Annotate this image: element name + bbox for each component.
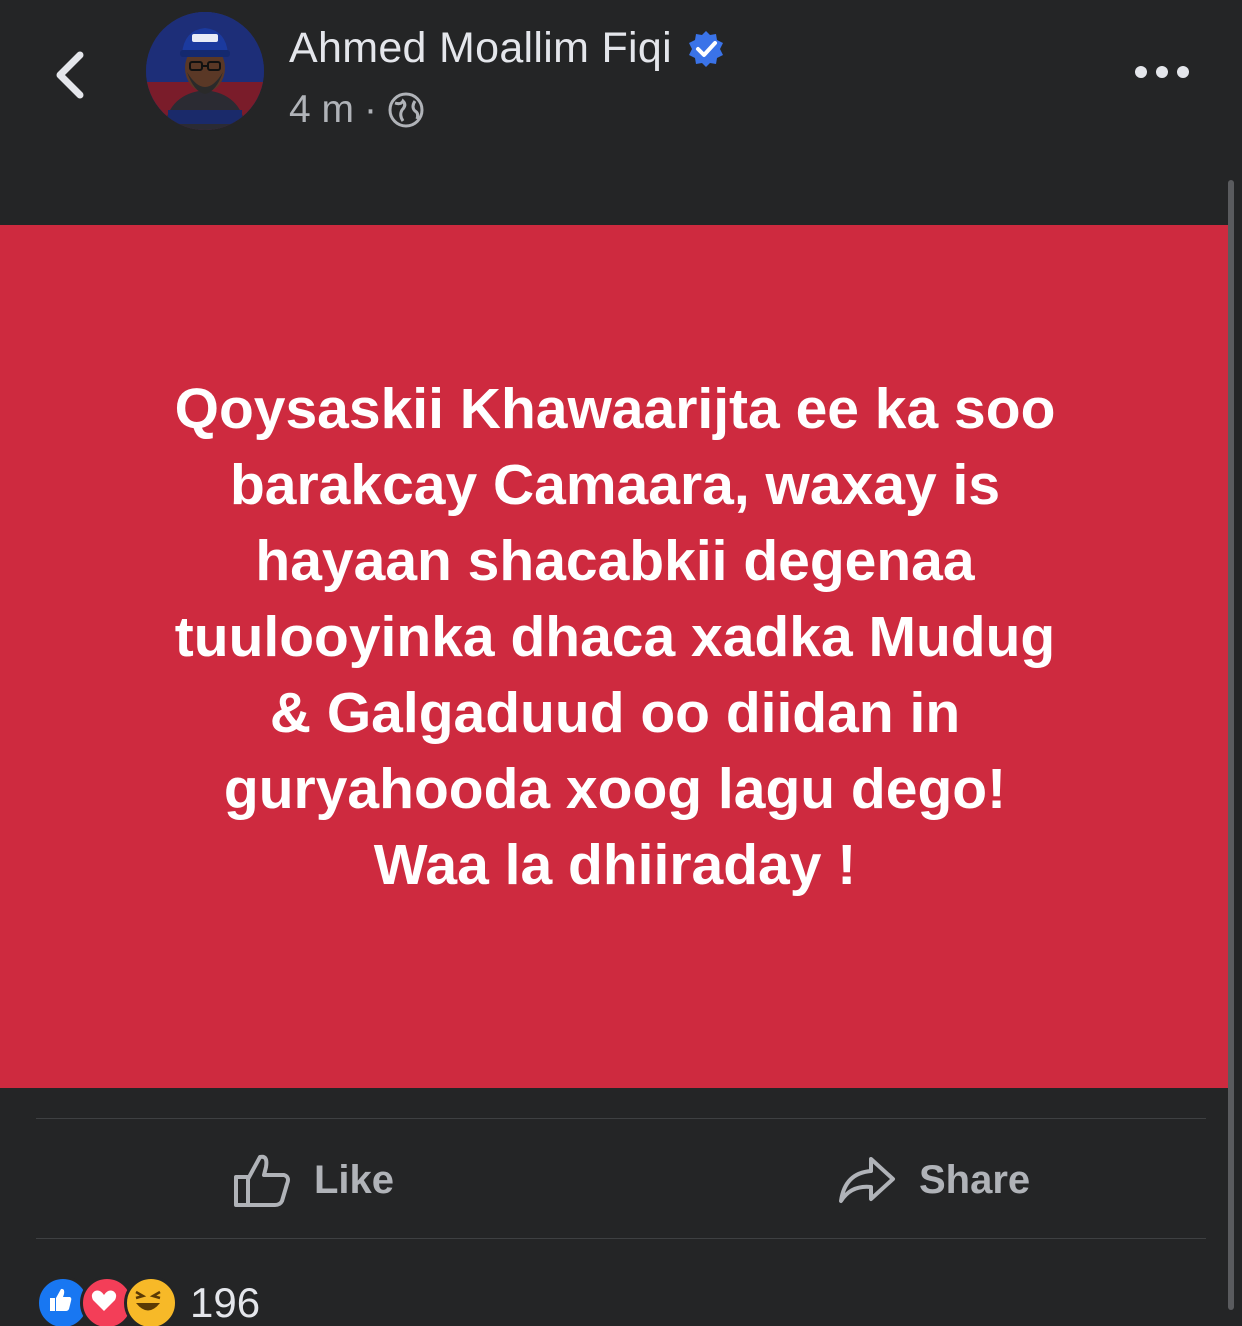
like-button[interactable]: Like <box>232 1145 394 1215</box>
post-line: Waa la dhiiraday ! <box>373 832 857 897</box>
post-line: tuulooyinka dhaca xadka Mudug <box>174 604 1056 669</box>
reaction-count: 196 <box>190 1279 261 1326</box>
share-arrow-icon <box>839 1157 895 1203</box>
post-meta: 4 m · <box>289 88 425 132</box>
back-button[interactable] <box>40 40 100 110</box>
chevron-left-icon <box>56 51 84 99</box>
post-view: Ahmed Moallim Fiqi 4 m · Qoysaskii Khawa… <box>0 0 1242 1326</box>
scrollbar[interactable] <box>1228 180 1234 1310</box>
divider <box>36 1238 1206 1239</box>
author-row: Ahmed Moallim Fiqi <box>289 24 726 73</box>
post-line: barakcay Camaara, waxay is <box>229 452 1001 517</box>
reactions-summary[interactable]: 196 <box>36 1276 260 1326</box>
post-time[interactable]: 4 m <box>289 88 354 132</box>
avatar-photo <box>146 12 264 130</box>
haha-reaction-icon <box>124 1276 178 1326</box>
author-name[interactable]: Ahmed Moallim Fiqi <box>289 24 672 73</box>
post-line: Qoysaskii Khawaarijta ee ka soo <box>174 376 1056 441</box>
post-line: hayaan shacabkii degenaa <box>255 528 975 593</box>
share-button[interactable]: Share <box>837 1145 1030 1215</box>
like-label: Like <box>314 1157 395 1202</box>
post-text: Qoysaskii Khawaarijta ee ka soo barakcay… <box>95 371 1135 903</box>
share-label: Share <box>919 1157 1031 1202</box>
globe-icon <box>388 92 424 128</box>
divider <box>36 1118 1206 1119</box>
more-icon <box>1135 66 1189 78</box>
verified-badge-icon <box>688 30 723 67</box>
thumbs-up-icon <box>234 1154 290 1207</box>
avatar[interactable] <box>146 12 264 130</box>
post-line: guryahooda xoog lagu dego! <box>223 756 1007 821</box>
more-options-button[interactable] <box>1130 54 1194 90</box>
post-text-card: Qoysaskii Khawaarijta ee ka soo barakcay… <box>0 225 1230 1088</box>
meta-separator: · <box>364 88 378 131</box>
post-line: & Galgaduud oo diidan in <box>269 680 961 745</box>
